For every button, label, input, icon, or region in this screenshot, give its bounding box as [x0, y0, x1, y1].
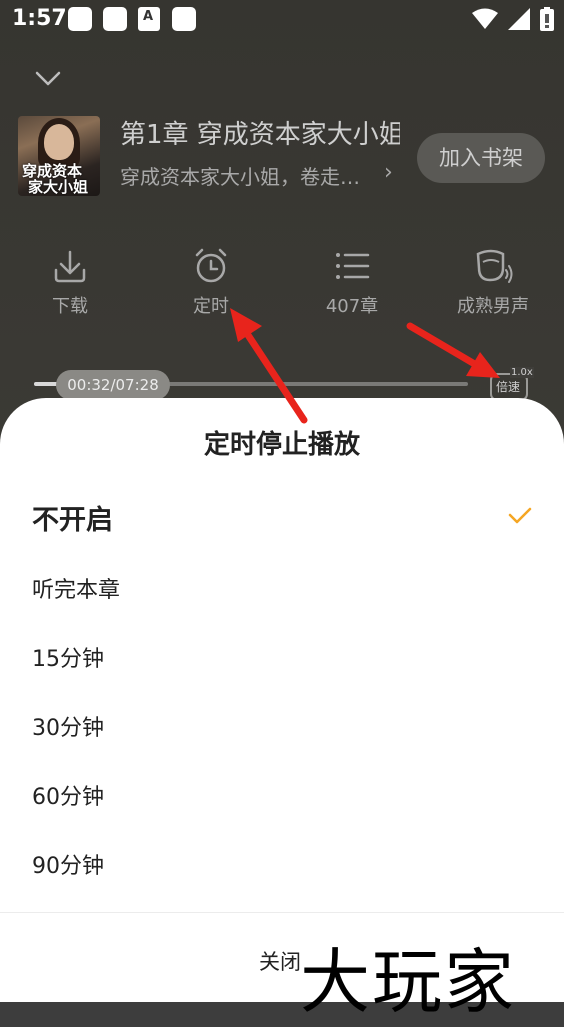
- download-label: 下载: [52, 296, 88, 317]
- voice-label: 成熟男声: [457, 296, 529, 317]
- notification-a-icon: A: [138, 7, 160, 31]
- status-time: 1:57: [12, 6, 67, 31]
- add-to-shelf-button[interactable]: 加入书架: [417, 133, 545, 183]
- timer-label: 定时: [193, 296, 229, 317]
- status-bar: 1:57 A: [0, 0, 564, 40]
- notification-icon: [172, 7, 196, 31]
- timer-button[interactable]: 定时: [161, 246, 261, 318]
- progress-thumb[interactable]: 00:32/07:28: [56, 370, 170, 400]
- battery-icon: [540, 7, 554, 31]
- speed-label: 倍速: [496, 380, 521, 394]
- close-label: 关闭: [259, 950, 301, 974]
- wifi-icon: [472, 8, 498, 29]
- timer-option-15min[interactable]: 15分钟: [32, 641, 532, 673]
- sheet-title: 定时停止播放: [203, 430, 360, 460]
- speed-value: 1.0x: [510, 367, 534, 378]
- timer-option-60min[interactable]: 60分钟: [32, 779, 532, 811]
- cover-title: 家大小姐: [28, 178, 89, 196]
- alarm-clock-icon: [195, 248, 227, 283]
- voice-select-button[interactable]: 成熟男声: [443, 246, 543, 318]
- timer-option-30min[interactable]: 30分钟: [32, 710, 532, 742]
- chapter-count-label: 407章: [325, 296, 379, 317]
- timer-option-end-of-chapter[interactable]: 听完本章: [32, 572, 532, 604]
- chapter-list-button[interactable]: 407章: [302, 246, 402, 318]
- book-subtitle-link[interactable]: 穿成资本家大小姐，卷走…: [120, 161, 378, 190]
- notification-icon: [103, 7, 127, 31]
- book-cover[interactable]: 穿成资本 家大小姐: [18, 116, 100, 196]
- chapter-title: 第1章 穿成资本家大小姐: [120, 120, 400, 150]
- chevron-right-icon[interactable]: ›: [384, 160, 393, 185]
- timer-option-90min[interactable]: 90分钟: [32, 848, 532, 880]
- watermark: 大玩家: [300, 941, 516, 1023]
- timer-bottom-sheet: 定时停止播放 不开启 听完本章 15分钟 30分钟 60分钟 90分钟 关闭 大…: [0, 398, 564, 1023]
- timer-option-off[interactable]: 不开启: [32, 498, 532, 537]
- playback-speed-button[interactable]: 1.0x 倍速: [490, 367, 534, 401]
- voice-icon: [476, 249, 513, 283]
- cellular-signal-icon: [508, 8, 530, 30]
- notification-icon: [68, 7, 92, 31]
- chevron-down-icon[interactable]: [34, 64, 62, 92]
- download-icon: [54, 250, 86, 283]
- checkmark-icon: [508, 507, 532, 524]
- chapter-list-icon: [336, 253, 370, 279]
- download-button[interactable]: 下载: [20, 246, 120, 318]
